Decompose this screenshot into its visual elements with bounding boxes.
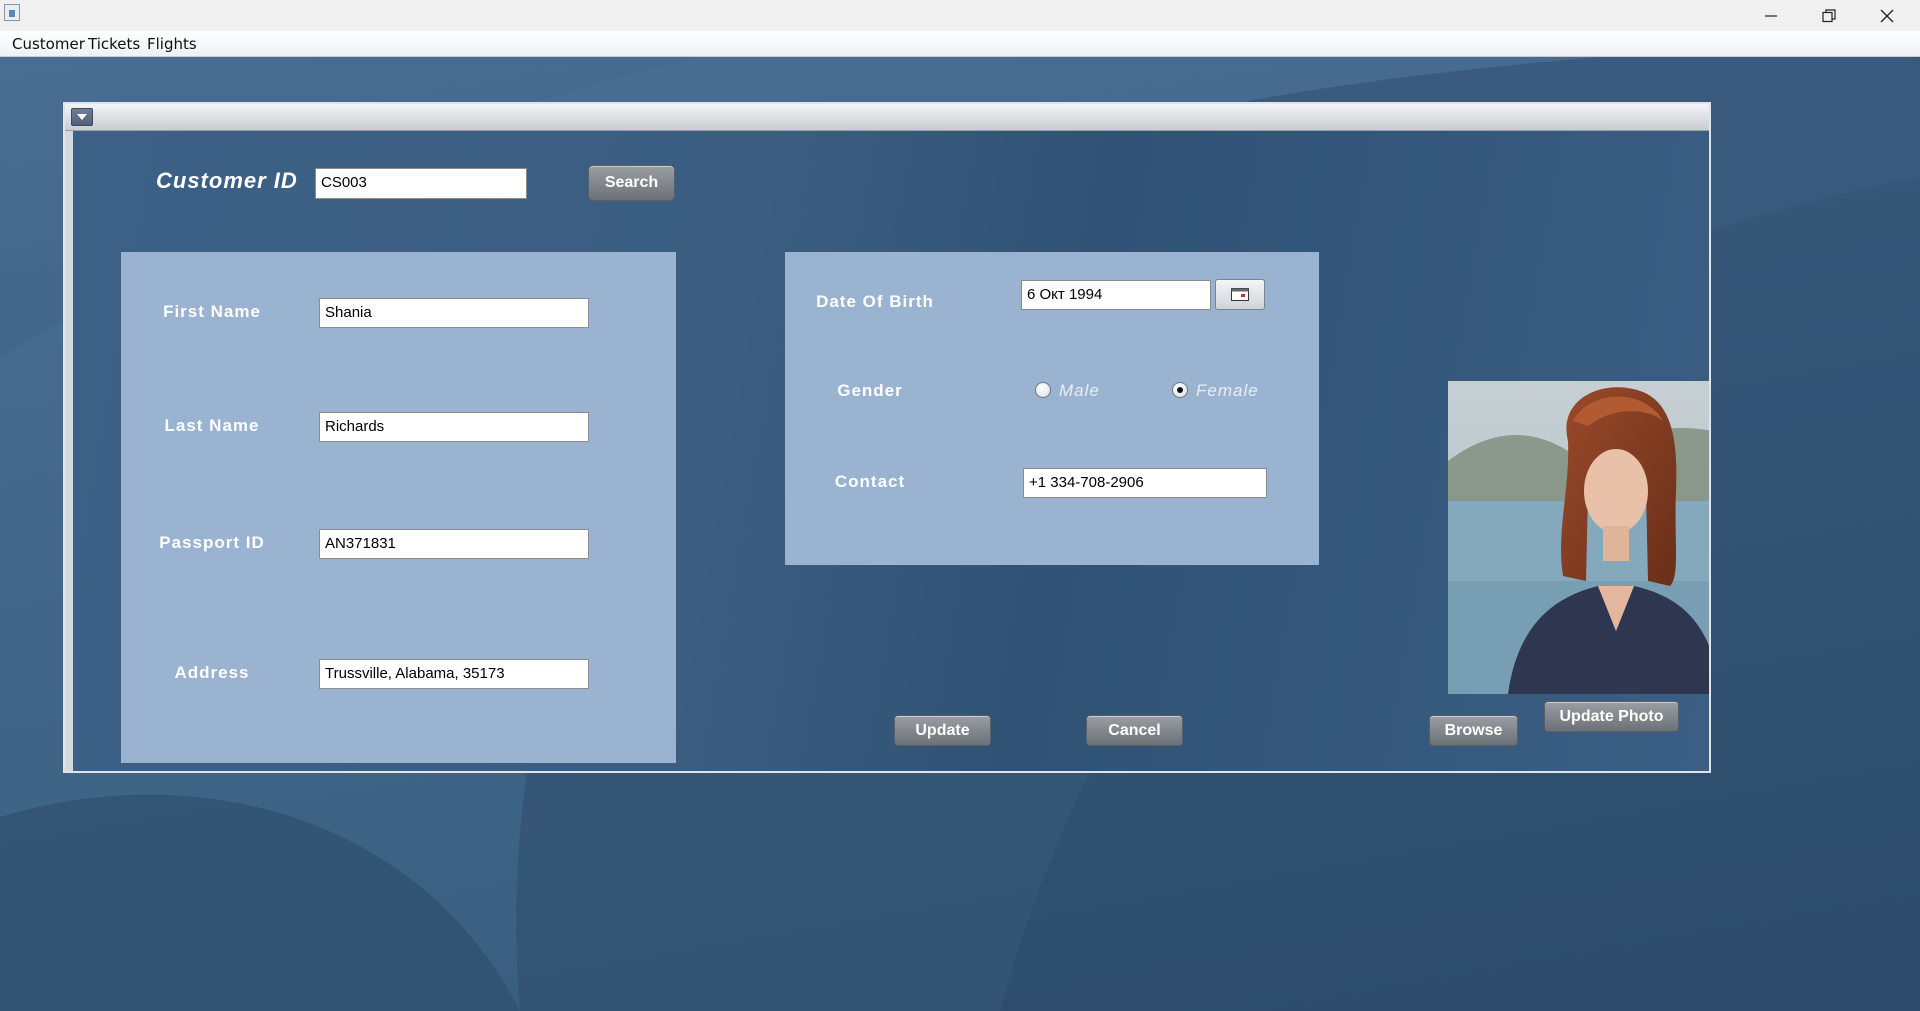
details-panel: Date Of Birth 6 Окт 1994 Gender Male Fem… bbox=[785, 252, 1319, 565]
search-button-label: Search bbox=[604, 174, 659, 191]
browse-button[interactable]: Browse bbox=[1429, 715, 1518, 746]
update-photo-button[interactable]: Update Photo bbox=[1544, 701, 1679, 732]
first-name-label: First Name bbox=[163, 302, 261, 321]
date-of-birth-label: Date Of Birth bbox=[816, 292, 934, 311]
calendar-icon bbox=[1231, 288, 1249, 301]
gender-female-label: Female bbox=[1196, 381, 1259, 400]
contact-input[interactable]: +1 334-708-2906 bbox=[1023, 468, 1267, 498]
window-title-bar bbox=[0, 0, 1920, 31]
update-button[interactable]: Update bbox=[894, 715, 991, 746]
java-app-icon bbox=[4, 4, 20, 21]
date-of-birth-input[interactable]: 6 Окт 1994 bbox=[1021, 280, 1211, 310]
passport-id-input[interactable]: AN371831 bbox=[319, 529, 589, 559]
internal-frame-title-bar bbox=[65, 104, 1709, 131]
cancel-label: Cancel bbox=[1108, 721, 1161, 739]
calendar-picker-button[interactable] bbox=[1215, 279, 1265, 310]
customer-form: Customer ID CS003 Search First Name Shan… bbox=[73, 131, 1709, 771]
address-input[interactable]: Trussville, Alabama, 35173 bbox=[319, 659, 589, 689]
customer-internal-frame: Customer ID CS003 Search First Name Shan… bbox=[63, 102, 1711, 773]
menu-bar: Customer Tickets Flights bbox=[0, 31, 1920, 57]
search-button[interactable]: Search bbox=[588, 165, 675, 201]
frame-left-border bbox=[65, 131, 73, 771]
browse-label: Browse bbox=[1444, 721, 1503, 739]
passport-id-label: Passport ID bbox=[159, 533, 265, 552]
update-label: Update bbox=[915, 721, 970, 739]
last-name-label: Last Name bbox=[164, 416, 260, 435]
personal-info-panel: First Name Shania Last Name Richards Pas… bbox=[121, 252, 676, 763]
restore-icon[interactable] bbox=[1800, 0, 1858, 31]
first-name-input[interactable]: Shania bbox=[319, 298, 589, 328]
customer-id-label: Customer ID bbox=[156, 168, 298, 193]
gender-female-radio[interactable] bbox=[1172, 382, 1188, 398]
customer-id-input[interactable]: CS003 bbox=[315, 168, 527, 199]
gender-label: Gender bbox=[837, 381, 903, 400]
menu-tickets[interactable]: Tickets bbox=[88, 35, 140, 53]
menu-customer[interactable]: Customer bbox=[12, 35, 85, 53]
address-label: Address bbox=[174, 663, 250, 682]
gender-male-label: Male bbox=[1059, 381, 1100, 400]
cancel-button[interactable]: Cancel bbox=[1086, 715, 1183, 746]
contact-label: Contact bbox=[834, 472, 906, 491]
close-icon[interactable] bbox=[1858, 0, 1916, 31]
customer-portrait-image bbox=[1448, 381, 1709, 694]
last-name-input[interactable]: Richards bbox=[319, 412, 589, 442]
update-photo-label: Update Photo bbox=[1559, 707, 1664, 725]
customer-photo bbox=[1448, 381, 1709, 694]
minimize-icon[interactable] bbox=[1742, 0, 1800, 31]
frame-menu-chevron-down-icon[interactable] bbox=[71, 108, 93, 126]
gender-male-radio[interactable] bbox=[1035, 382, 1051, 398]
menu-flights[interactable]: Flights bbox=[147, 35, 197, 53]
